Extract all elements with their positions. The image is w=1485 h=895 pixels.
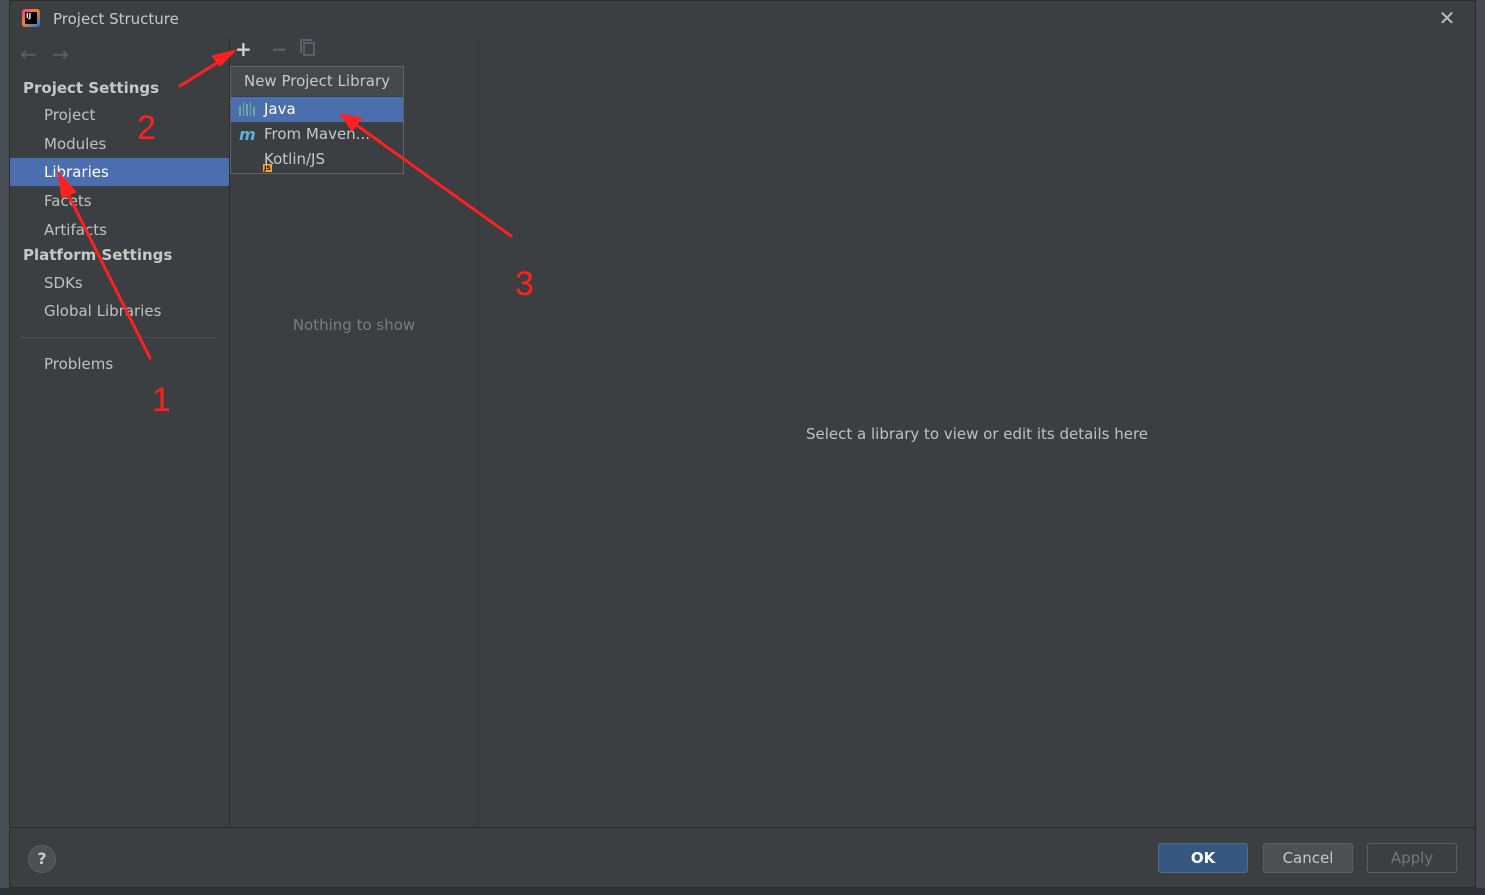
cancel-button[interactable]: Cancel <box>1263 843 1353 873</box>
back-arrow-icon[interactable]: ← <box>20 42 37 66</box>
background-window-edge-bottom <box>0 888 1485 895</box>
window-title: Project Structure <box>53 10 179 28</box>
sidebar-item-sdks[interactable]: SDKs <box>10 269 229 297</box>
add-library-button[interactable]: + <box>235 39 252 59</box>
popup-item-label: From Maven... <box>264 125 370 143</box>
remove-library-button[interactable]: − <box>271 39 288 59</box>
sidebar-item-problems[interactable]: Problems <box>10 350 229 378</box>
new-project-library-popup: New Project Library Java m From Maven...… <box>230 66 404 174</box>
ok-button[interactable]: OK <box>1158 843 1248 873</box>
annotation-step-2: 2 <box>137 109 156 147</box>
close-icon[interactable]: ✕ <box>1437 8 1457 28</box>
popup-item-label: Java <box>264 100 296 118</box>
popup-item-from-maven[interactable]: m From Maven... <box>231 122 403 147</box>
empty-list-text: Nothing to show <box>292 316 416 334</box>
sidebar-item-libraries[interactable]: Libraries <box>10 158 229 186</box>
intellij-logo-icon: IJ <box>22 9 40 27</box>
popup-item-java[interactable]: Java <box>231 97 403 122</box>
java-library-icon <box>239 102 255 117</box>
background-window-edge-right <box>1476 0 1485 895</box>
popup-item-label: Kotlin/JS <box>264 150 325 168</box>
forward-arrow-icon[interactable]: → <box>52 42 69 66</box>
sidebar: Project Settings Project Modules Librari… <box>10 37 229 827</box>
maven-icon: m <box>239 125 256 144</box>
sidebar-item-global-libraries[interactable]: Global Libraries <box>10 297 229 325</box>
apply-button[interactable]: Apply <box>1367 843 1457 873</box>
sidebar-item-artifacts[interactable]: Artifacts <box>10 216 229 244</box>
section-title-platform-settings: Platform Settings <box>23 246 173 264</box>
sidebar-divider <box>20 337 216 338</box>
section-title-project-settings: Project Settings <box>23 79 160 97</box>
sidebar-item-project[interactable]: Project <box>10 101 229 129</box>
title-bar: IJ Project Structure ✕ <box>10 1 1475 37</box>
footer-divider <box>10 827 1477 828</box>
help-button[interactable]: ? <box>28 845 56 873</box>
annotation-step-1: 1 <box>152 381 171 419</box>
copy-icon[interactable] <box>300 39 315 56</box>
project-structure-dialog: IJ Project Structure ✕ Project Settings … <box>9 0 1477 888</box>
sidebar-item-modules[interactable]: Modules <box>10 130 229 158</box>
annotation-step-3: 3 <box>515 265 534 303</box>
sidebar-item-facets[interactable]: Facets <box>10 187 229 215</box>
background-window-edge-left <box>0 0 9 895</box>
popup-item-kotlin-js[interactable]: JS Kotlin/JS <box>231 147 403 172</box>
details-placeholder-text: Select a library to view or edit its det… <box>805 425 1149 443</box>
popup-title: New Project Library <box>231 67 403 96</box>
